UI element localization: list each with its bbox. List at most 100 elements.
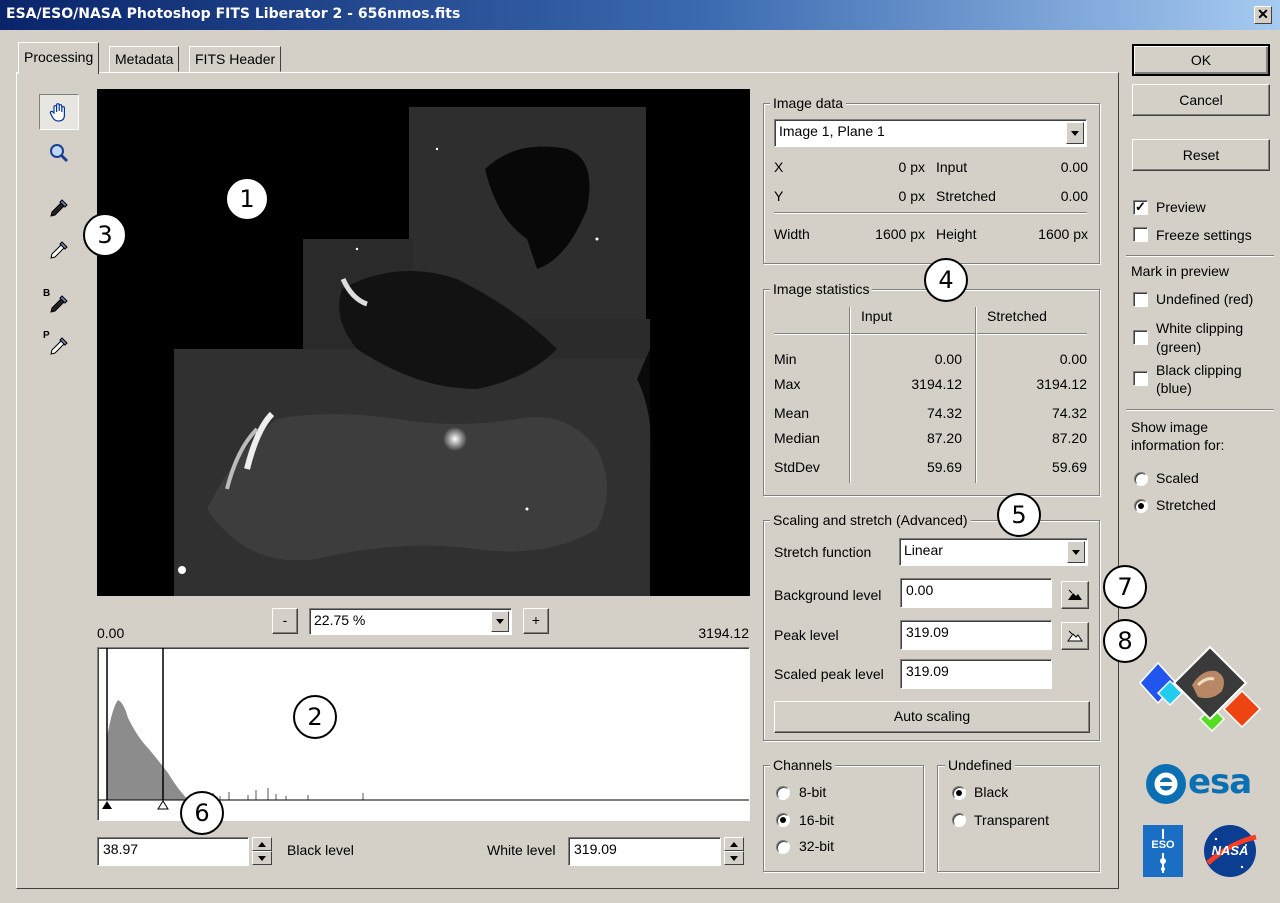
eso-logo: ESO	[1143, 825, 1183, 877]
width-label: Width	[774, 226, 810, 242]
white-clipping-checkbox[interactable]	[1133, 330, 1148, 345]
channel-32bit-radio[interactable]	[776, 840, 790, 854]
x-value: 0 px	[898, 159, 925, 175]
nasa-logo: NASA	[1202, 823, 1258, 879]
freeze-settings-checkbox[interactable]	[1133, 227, 1148, 242]
eyedropper-white-icon	[50, 241, 68, 259]
callout-3: 3	[83, 213, 127, 257]
hand-icon	[49, 103, 65, 122]
channels-legend: Channels	[770, 757, 836, 773]
scaled-peak-level-field[interactable]: 319.09	[900, 659, 1052, 689]
histogram-max-label: 3194.12	[698, 625, 749, 641]
black-level-field[interactable]: 38.97	[97, 837, 249, 866]
channel-8bit-radio[interactable]	[776, 786, 790, 800]
undefined-transparent-radio[interactable]	[952, 813, 966, 827]
nasa-logo-text: NASA	[1211, 843, 1249, 858]
plane-value: Image 1, Plane 1	[779, 123, 885, 139]
stretch-function-label: Stretch function	[774, 544, 872, 560]
title-bar: ESA/ESO/NASA Photoshop FITS Liberator 2 …	[0, 0, 1280, 30]
nebula-image	[97, 89, 750, 596]
stats-row-label: Max	[774, 376, 801, 392]
stretch-function-value: Linear	[904, 542, 943, 558]
tab-fits-header[interactable]: FITS Header	[189, 46, 282, 72]
zoom-out-button[interactable]: -	[272, 608, 298, 634]
undefined-black-radio[interactable]	[952, 786, 966, 800]
black-level-spinner[interactable]	[252, 837, 272, 865]
mountain-filled-icon	[1068, 589, 1082, 600]
black-level-up[interactable]	[252, 837, 272, 851]
eyedropper-black-icon	[50, 199, 68, 217]
callout-5: 5	[997, 493, 1041, 537]
stretch-dropdown-arrow[interactable]	[1067, 541, 1085, 563]
background-picker-button[interactable]	[1061, 581, 1089, 609]
black-clipping-label-2: (blue)	[1156, 380, 1192, 396]
black-level-down[interactable]	[252, 851, 272, 865]
background-eyedropper-button[interactable]: B	[39, 286, 79, 322]
height-value: 1600 px	[1038, 226, 1088, 242]
black-eyedropper-button[interactable]	[39, 190, 79, 226]
height-label: Height	[936, 226, 977, 242]
stretch-function-select[interactable]: Linear	[899, 538, 1088, 566]
hand-tool-button[interactable]	[39, 94, 79, 130]
white-level-up[interactable]	[724, 837, 744, 851]
channel-8bit-label: 8-bit	[799, 784, 827, 800]
tab-processing[interactable]: Processing	[18, 42, 100, 74]
undefined-red-label: Undefined (red)	[1156, 291, 1254, 307]
black-clipping-checkbox[interactable]	[1133, 371, 1148, 386]
scaled-peak-level-label: Scaled peak level	[774, 666, 884, 682]
zoom-tool-button[interactable]	[39, 135, 79, 171]
peak-eyedropper-button[interactable]: P	[39, 328, 79, 364]
plane-dropdown-arrow[interactable]	[1066, 122, 1084, 144]
undefined-red-checkbox[interactable]	[1133, 292, 1148, 307]
freeze-settings-label: Freeze settings	[1156, 227, 1252, 243]
white-eyedropper-button[interactable]	[39, 232, 79, 268]
cancel-button[interactable]: Cancel	[1132, 84, 1270, 116]
white-level-spinner[interactable]	[724, 837, 744, 865]
mark-in-preview-heading: Mark in preview	[1131, 263, 1230, 279]
y-label: Y	[774, 188, 784, 204]
close-button[interactable]: ✕	[1254, 6, 1272, 24]
peak-level-field[interactable]: 319.09	[900, 620, 1052, 650]
reset-button[interactable]: Reset	[1132, 139, 1270, 171]
stats-row-label: Mean	[774, 405, 810, 421]
stats-row-label: Median	[774, 430, 820, 446]
scaling-legend: Scaling and stretch (Advanced)	[770, 512, 971, 528]
arrow-down-icon	[730, 855, 738, 861]
plane-select[interactable]: Image 1, Plane 1	[774, 119, 1087, 147]
histogram-min-label: 0.00	[97, 625, 125, 641]
channel-16bit-radio[interactable]	[776, 813, 790, 827]
eyedropper-peak-icon	[50, 337, 68, 355]
white-level-down[interactable]	[724, 851, 744, 865]
background-level-field[interactable]: 0.00	[900, 578, 1052, 608]
input-value: 0.00	[1060, 159, 1088, 175]
peak-picker-button[interactable]	[1061, 622, 1089, 650]
undefined-transparent-label: Transparent	[974, 812, 1049, 828]
p-label: P	[43, 330, 50, 341]
arrow-up-icon	[258, 841, 266, 847]
stretched-value: 0.00	[1060, 188, 1088, 204]
info-scaled-radio[interactable]	[1134, 472, 1148, 486]
zoom-dropdown-arrow[interactable]	[491, 611, 509, 632]
stats-row-stretched: 74.32	[1051, 405, 1087, 421]
divider	[1126, 409, 1274, 411]
stats-row-stretched: 87.20	[1051, 430, 1087, 446]
callout-1: 1	[225, 177, 269, 221]
width-value: 1600 px	[875, 226, 925, 242]
callout-2: 2	[293, 695, 337, 739]
info-stretched-radio[interactable]	[1134, 499, 1148, 513]
arrow-down-icon	[258, 855, 266, 861]
auto-scaling-button[interactable]: Auto scaling	[774, 701, 1090, 733]
divider	[1126, 255, 1274, 257]
callout-6: 6	[180, 791, 224, 835]
preview-checkbox[interactable]: ✓	[1133, 200, 1148, 215]
peak-level-label: Peak level	[774, 627, 839, 643]
image-preview[interactable]	[97, 89, 750, 596]
ok-button[interactable]: OK	[1132, 44, 1270, 76]
image-statistics-legend: Image statistics	[770, 281, 873, 297]
zoom-in-button[interactable]: +	[523, 608, 549, 634]
white-level-field[interactable]: 319.09	[568, 837, 721, 866]
zoom-combo[interactable]: 22.75 %	[309, 608, 512, 635]
info-stretched-label: Stretched	[1156, 497, 1216, 513]
tab-metadata[interactable]: Metadata	[109, 46, 180, 72]
stats-row-input: 59.69	[926, 459, 962, 475]
